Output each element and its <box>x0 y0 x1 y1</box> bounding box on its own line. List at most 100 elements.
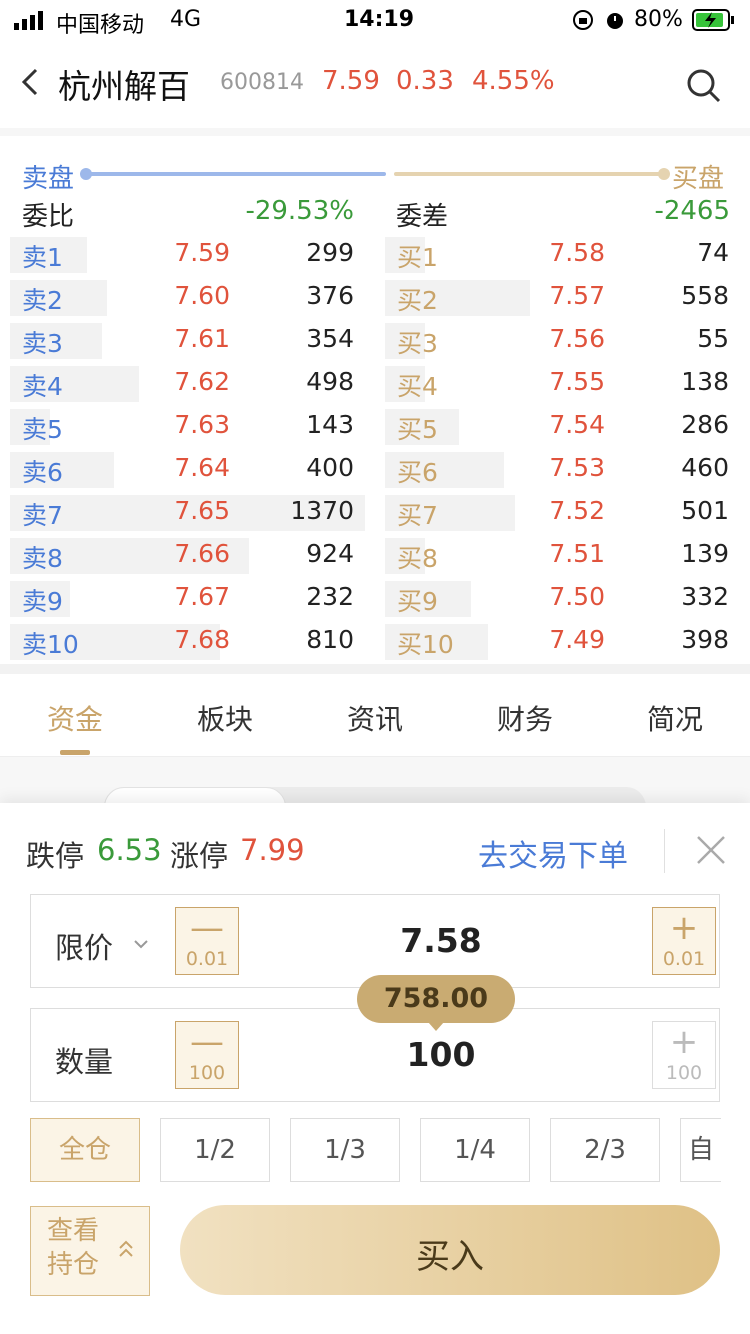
sell-order-row[interactable]: 卖4 7.62 498 <box>10 366 365 402</box>
tab-sector[interactable]: 板块 <box>165 698 285 738</box>
sell-order-row[interactable]: 卖3 7.61 354 <box>10 323 365 359</box>
buy-order-row[interactable]: 买3 7.56 55 <box>385 323 740 359</box>
buy-order-row[interactable]: 买4 7.55 138 <box>385 366 740 402</box>
buy-level-label: 买1 <box>397 243 438 272</box>
tab-profile[interactable]: 简况 <box>615 698 735 738</box>
buy-order-row[interactable]: 买2 7.57 558 <box>385 280 740 316</box>
buy-level-label: 买6 <box>397 458 438 487</box>
section-divider <box>0 664 750 674</box>
buy-order-row[interactable]: 买7 7.52 501 <box>385 495 740 531</box>
price-plus-step: 0.01 <box>662 948 706 970</box>
limit-up-label: 涨停 <box>170 839 229 873</box>
carrier: 中国移动 <box>56 13 145 38</box>
tab-news[interactable]: 资讯 <box>315 698 435 738</box>
amount-value: 758.00 <box>383 983 489 1014</box>
buy-order-row[interactable]: 买10 7.49 398 <box>385 624 740 660</box>
back-icon[interactable] <box>14 62 50 102</box>
clock: 14:19 <box>344 7 415 32</box>
buy-level-label: 买7 <box>397 501 438 530</box>
buy-level-label: 买9 <box>397 587 438 616</box>
buy-price: 7.50 <box>549 582 605 611</box>
sell-level-label: 卖7 <box>22 501 63 530</box>
sell-level-label: 卖5 <box>22 415 63 444</box>
buy-price: 7.53 <box>549 453 605 482</box>
active-tab-indicator <box>60 750 90 755</box>
buy-order-row[interactable]: 买8 7.51 139 <box>385 538 740 574</box>
diff-label: 委差 <box>396 202 449 232</box>
sell-price: 7.63 <box>174 410 230 439</box>
close-icon[interactable] <box>694 833 728 867</box>
view-position-button[interactable]: 查看 持仓 <box>30 1206 150 1296</box>
buy-price: 7.49 <box>549 625 605 654</box>
buy-volume: 501 <box>681 496 729 525</box>
minus-icon: — <box>190 1022 224 1062</box>
sell-level-label: 卖1 <box>22 243 63 272</box>
sell-volume: 924 <box>306 539 354 568</box>
limit-down-value: 6.53 <box>97 833 162 867</box>
buy-order-row[interactable]: 买5 7.54 286 <box>385 409 740 445</box>
quantity-label: 数量 <box>55 1045 114 1079</box>
buy-button[interactable]: 买入 <box>180 1205 720 1295</box>
price-plus-button[interactable]: + 0.01 <box>652 907 716 975</box>
sell-order-row[interactable]: 卖7 7.65 1370 <box>10 495 365 531</box>
sell-order-row[interactable]: 卖1 7.59 299 <box>10 237 365 273</box>
buy-price: 7.57 <box>549 281 605 310</box>
buy-side-label: 买盘 <box>672 164 725 194</box>
buy-order-row[interactable]: 买1 7.58 74 <box>385 237 740 273</box>
quick-quarter-button[interactable]: 1/4 <box>420 1118 530 1182</box>
sell-volume: 143 <box>306 410 354 439</box>
price-input[interactable]: 7.58 <box>331 921 551 960</box>
stock-price: 7.59 <box>322 66 380 96</box>
search-icon[interactable] <box>686 68 722 104</box>
price-type-select[interactable]: 限价 <box>55 925 113 967</box>
buy-price: 7.55 <box>549 367 605 396</box>
ratio-value: -29.53% <box>245 196 354 226</box>
price-minus-button[interactable]: — 0.01 <box>175 907 239 975</box>
quick-third-button[interactable]: 1/3 <box>290 1118 400 1182</box>
chevron-down-icon[interactable] <box>133 935 149 949</box>
status-bar: 中国移动 4G 14:19 80% <box>0 0 750 40</box>
sell-order-row[interactable]: 卖2 7.60 376 <box>10 280 365 316</box>
buy-order-row[interactable]: 买6 7.53 460 <box>385 452 740 488</box>
buy-volume: 398 <box>681 625 729 654</box>
quick-custom-button[interactable]: 自 <box>680 1118 721 1182</box>
buy-level-label: 买10 <box>397 630 454 659</box>
sell-order-row[interactable]: 卖8 7.66 924 <box>10 538 365 574</box>
sell-order-row[interactable]: 卖5 7.63 143 <box>10 409 365 445</box>
battery-percent: 80% <box>634 7 683 32</box>
sell-volume: 354 <box>306 324 354 353</box>
go-trade-link[interactable]: 去交易下单 <box>478 831 628 875</box>
buy-level-label: 买3 <box>397 329 438 358</box>
buy-volume: 286 <box>681 410 729 439</box>
sell-order-row[interactable]: 卖9 7.67 232 <box>10 581 365 617</box>
quantity-minus-button[interactable]: — 100 <box>175 1021 239 1089</box>
quick-half-button[interactable]: 1/2 <box>160 1118 270 1182</box>
sell-side-dot <box>80 168 92 180</box>
buy-price: 7.58 <box>549 238 605 267</box>
tooltip-arrow <box>428 1022 444 1031</box>
limit-up-value: 7.99 <box>240 833 305 867</box>
view-position-line1: 查看 <box>47 1216 100 1246</box>
buy-volume: 460 <box>681 453 729 482</box>
tab-funds[interactable]: 资金 <box>15 698 135 738</box>
buy-order-row[interactable]: 买9 7.50 332 <box>385 581 740 617</box>
quantity-input[interactable]: 100 <box>331 1035 551 1074</box>
quantity-minus-step: 100 <box>188 1062 226 1084</box>
tab-finance[interactable]: 财务 <box>465 698 585 738</box>
quantity-plus-step: 100 <box>665 1062 703 1084</box>
alarm-icon <box>604 9 626 31</box>
buy-volume: 139 <box>681 539 729 568</box>
sell-order-row[interactable]: 卖10 7.68 810 <box>10 624 365 660</box>
sell-level-label: 卖6 <box>22 458 63 487</box>
sell-price: 7.65 <box>174 496 230 525</box>
quantity-plus-button[interactable]: + 100 <box>652 1021 716 1089</box>
sell-order-row[interactable]: 卖6 7.64 400 <box>10 452 365 488</box>
buy-volume: 558 <box>681 281 729 310</box>
quick-full-button[interactable]: 全仓 <box>30 1118 140 1182</box>
price-minus-step: 0.01 <box>185 948 229 970</box>
buy-price: 7.56 <box>549 324 605 353</box>
sell-side-label: 卖盘 <box>22 164 75 194</box>
buy-level-label: 买5 <box>397 415 438 444</box>
quick-two-thirds-button[interactable]: 2/3 <box>550 1118 660 1182</box>
battery-icon <box>692 8 736 32</box>
